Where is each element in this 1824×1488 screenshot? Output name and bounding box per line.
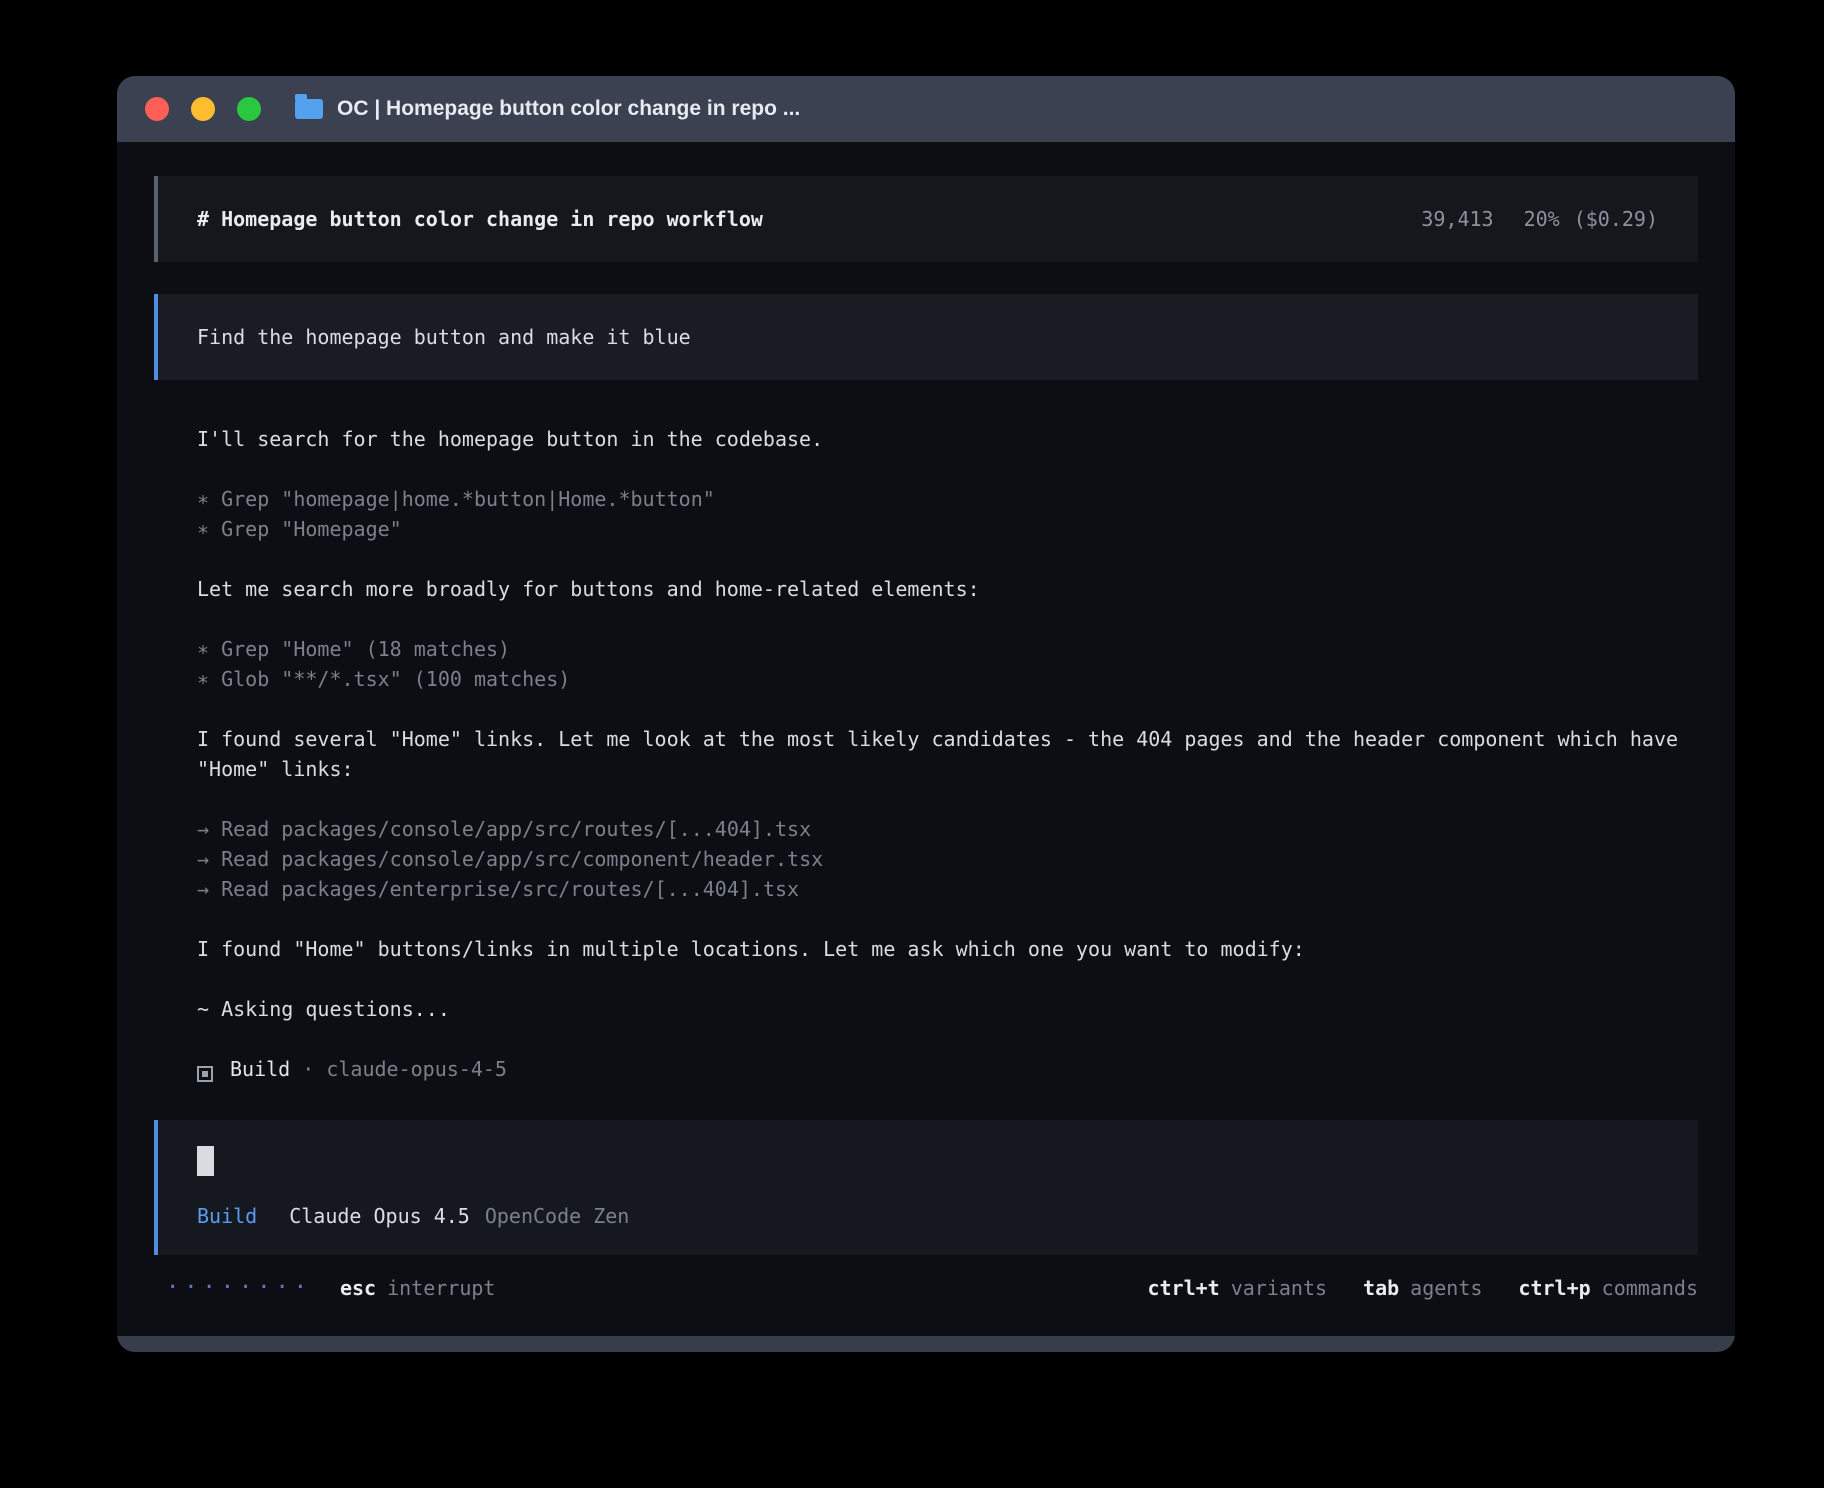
traffic-lights — [145, 97, 261, 121]
transcript-line — [197, 604, 1698, 634]
ctrl-t-key: ctrl+t — [1147, 1276, 1219, 1300]
read-tool-marker-icon: → — [197, 877, 221, 901]
read-tool-marker-icon: → — [197, 847, 221, 871]
transcript-line — [197, 904, 1698, 934]
hint-agents: tab agents — [1363, 1273, 1482, 1303]
search-tool-marker-icon: ∗ — [197, 667, 221, 691]
transcript-line: I found "Home" buttons/links in multiple… — [197, 934, 1698, 964]
close-button[interactable] — [145, 97, 169, 121]
user-message: Find the homepage button and make it blu… — [154, 294, 1698, 380]
provider-label: OpenCode Zen — [485, 1201, 630, 1231]
agent-mode-label: Build — [197, 1201, 257, 1231]
transcript-line: I found several "Home" links. Let me loo… — [197, 724, 1698, 784]
transcript-line: ~ Asking questions... — [197, 994, 1698, 1024]
session-header: # Homepage button color change in repo w… — [154, 176, 1698, 262]
window-title: OC | Homepage button color change in rep… — [337, 97, 800, 121]
hint-commands: ctrl+p commands — [1518, 1273, 1698, 1303]
status-bar: ········ esc interrupt ctrl+t variants tab… — [154, 1273, 1698, 1303]
transcript-line: ∗ Grep "homepage|home.*button|Home.*butt… — [197, 484, 1698, 514]
session-cost: ($0.29) — [1574, 204, 1658, 234]
commands-label: commands — [1602, 1276, 1698, 1300]
token-count: 39,413 — [1421, 204, 1493, 234]
agent-model: claude-opus-4-5 — [326, 1057, 507, 1081]
transcript-line: Build · claude-opus-4-5 — [197, 1054, 1698, 1084]
transcript-line: ∗ Grep "Home" (18 matches) — [197, 634, 1698, 664]
transcript-line — [197, 694, 1698, 724]
session-stats: 39,413 20% ($0.29) — [1421, 204, 1658, 234]
transcript-line — [197, 964, 1698, 994]
transcript-line — [197, 544, 1698, 574]
transcript-line: I'll search for the homepage button in t… — [197, 424, 1698, 454]
folder-icon — [295, 99, 323, 119]
terminal-content: # Homepage button color change in repo w… — [117, 142, 1735, 1303]
input-status-line: Build Claude Opus 4.5 OpenCode Zen — [197, 1201, 1658, 1231]
transcript-line — [197, 454, 1698, 484]
minimize-button[interactable] — [191, 97, 215, 121]
transcript-line — [197, 784, 1698, 814]
agents-label: agents — [1410, 1276, 1482, 1300]
user-message-text: Find the homepage button and make it blu… — [197, 325, 691, 349]
ctrl-p-key: ctrl+p — [1518, 1276, 1590, 1300]
agent-name: Build — [230, 1057, 290, 1081]
spinner-dots: ········ — [166, 1273, 312, 1303]
context-percent: 20% — [1524, 204, 1560, 234]
interrupt-label: interrupt — [387, 1276, 495, 1300]
variants-label: variants — [1231, 1276, 1327, 1300]
prompt-input[interactable]: Build Claude Opus 4.5 OpenCode Zen — [154, 1120, 1698, 1255]
session-title: # Homepage button color change in repo w… — [197, 204, 763, 234]
search-tool-marker-icon: ∗ — [197, 487, 221, 511]
agent-icon — [197, 1066, 213, 1082]
hint-interrupt: esc interrupt — [340, 1273, 496, 1303]
transcript-line: → Read packages/console/app/src/componen… — [197, 844, 1698, 874]
transcript-line: ∗ Glob "**/*.tsx" (100 matches) — [197, 664, 1698, 694]
text-cursor — [197, 1146, 214, 1176]
esc-key: esc — [340, 1276, 376, 1300]
zoom-button[interactable] — [237, 97, 261, 121]
hint-variants: ctrl+t variants — [1147, 1273, 1327, 1303]
transcript-line: ∗ Grep "Homepage" — [197, 514, 1698, 544]
titlebar[interactable]: OC | Homepage button color change in rep… — [117, 76, 1735, 142]
search-tool-marker-icon: ∗ — [197, 517, 221, 541]
shortcut-hints: ctrl+t variants tab agents ctrl+p commands — [1147, 1273, 1698, 1303]
model-label: Claude Opus 4.5 — [289, 1201, 470, 1231]
transcript-line — [197, 1024, 1698, 1054]
transcript-line: → Read packages/enterprise/src/routes/[.… — [197, 874, 1698, 904]
transcript: I'll search for the homepage button in t… — [154, 424, 1698, 1084]
read-tool-marker-icon: → — [197, 817, 221, 841]
search-tool-marker-icon: ∗ — [197, 637, 221, 661]
transcript-line: Let me search more broadly for buttons a… — [197, 574, 1698, 604]
tab-key: tab — [1363, 1276, 1399, 1300]
window-bottom-edge — [117, 1336, 1735, 1352]
transcript-line: → Read packages/console/app/src/routes/[… — [197, 814, 1698, 844]
terminal-window: OC | Homepage button color change in rep… — [117, 76, 1735, 1352]
